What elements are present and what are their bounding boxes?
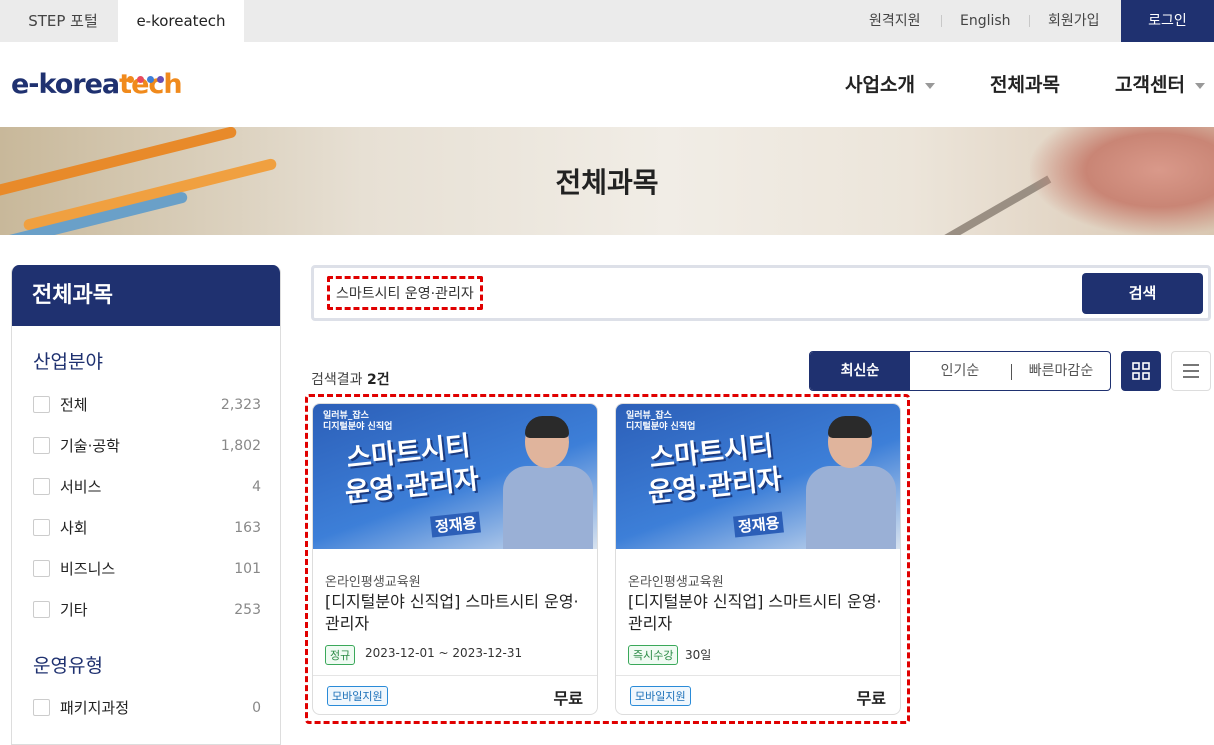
filter-count: 163 bbox=[234, 520, 261, 536]
top-bar: STEP 포털 e-koreatech 원격지원 English 회원가입 로그… bbox=[0, 0, 1214, 42]
search-input[interactable]: 스마트시티 운영·관리자 bbox=[327, 276, 483, 310]
logo-dots-icon bbox=[127, 68, 167, 87]
course-type-badge: 즉시수강 bbox=[628, 645, 679, 665]
nav-label: 고객센터 bbox=[1115, 74, 1185, 96]
mobile-support-badge: 모바일지원 bbox=[630, 686, 691, 706]
nav-business-intro[interactable]: 사업소개 bbox=[845, 70, 935, 100]
login-button[interactable]: 로그인 bbox=[1121, 0, 1214, 42]
course-org: 온라인평생교육원 bbox=[325, 575, 421, 590]
divider bbox=[616, 675, 900, 676]
nav-label: 전체과목 bbox=[990, 74, 1060, 96]
course-title[interactable]: [디지털분야 신직업] 스마트시티 운영·관리자 bbox=[628, 591, 890, 635]
checkbox[interactable] bbox=[33, 560, 50, 577]
course-card[interactable]: 일러뷰_잡스 디지털분야 신직업 스마트시티 운영·관리자 정재용 온라인평생교육원… bbox=[312, 403, 598, 715]
thumb-series-title: 일러뷰_잡스 bbox=[626, 411, 672, 421]
logo-text-a: e-korea bbox=[11, 69, 120, 100]
instructor-photo bbox=[503, 416, 593, 549]
filter-label: 비즈니스 bbox=[60, 560, 116, 578]
grid-view-icon bbox=[1132, 362, 1150, 380]
result-count-value: 2건 bbox=[366, 372, 390, 388]
course-period: 30일 bbox=[685, 648, 712, 662]
instructor-photo bbox=[806, 416, 896, 549]
filter-item[interactable]: 비즈니스 101 bbox=[33, 559, 261, 579]
instructor-name: 정재용 bbox=[430, 511, 482, 538]
english-link[interactable]: English bbox=[960, 0, 1011, 42]
thumb-series: 일러뷰_잡스 디지털분야 신직업 bbox=[626, 411, 695, 433]
filter-count: 4 bbox=[252, 479, 261, 495]
checkbox[interactable] bbox=[33, 699, 50, 716]
remote-support-link[interactable]: 원격지원 bbox=[869, 0, 921, 42]
mobile-support-badge: 모바일지원 bbox=[327, 686, 388, 706]
search-bar: 스마트시티 운영·관리자 검색 bbox=[311, 265, 1211, 321]
sort-options: 최신순 인기순 빠른마감순 bbox=[809, 351, 1111, 391]
filter-count: 1,802 bbox=[220, 438, 261, 454]
course-type-badge: 정규 bbox=[325, 645, 356, 665]
course-period: 2023-12-01 ~ 2023-12-31 bbox=[365, 646, 523, 660]
list-view-icon bbox=[1183, 364, 1199, 378]
search-button[interactable]: 검색 bbox=[1082, 273, 1203, 314]
divider bbox=[313, 675, 597, 676]
filter-count: 2,323 bbox=[220, 397, 261, 413]
thumb-title: 스마트시티 운영·관리자 bbox=[643, 429, 784, 511]
divider bbox=[941, 15, 942, 27]
course-price: 무료 bbox=[856, 689, 886, 708]
course-org: 온라인평생교육원 bbox=[628, 575, 724, 590]
sort-closing-soon[interactable]: 빠른마감순 bbox=[1012, 352, 1110, 390]
signup-link[interactable]: 회원가입 bbox=[1048, 0, 1100, 42]
page-banner: 전체과목 bbox=[0, 127, 1214, 235]
result-count-prefix: 검색결과 bbox=[311, 372, 367, 388]
thumb-series-title: 일러뷰_잡스 bbox=[323, 411, 369, 421]
filter-item[interactable]: 패키지과정 0 bbox=[33, 698, 261, 718]
page-title: 전체과목 bbox=[555, 166, 659, 199]
checkbox[interactable] bbox=[33, 601, 50, 618]
list-view-button[interactable] bbox=[1171, 351, 1211, 391]
chevron-down-icon bbox=[1194, 82, 1205, 89]
thumb-series: 일러뷰_잡스 디지털분야 신직업 bbox=[323, 411, 392, 433]
filter-label: 서비스 bbox=[60, 478, 102, 496]
filter-item[interactable]: 기타 253 bbox=[33, 600, 261, 620]
filter-label: 사회 bbox=[60, 519, 88, 537]
filter-count: 0 bbox=[252, 700, 261, 716]
filter-label: 전체 bbox=[60, 396, 88, 414]
filter-item[interactable]: 사회 163 bbox=[33, 518, 261, 538]
filter-sidebar: 전체과목 산업분야 전체 2,323 기술·공학 1,802 서비스 4 사회 163 … bbox=[11, 265, 281, 745]
section-industry: 산업분야 bbox=[33, 351, 103, 373]
checkbox[interactable] bbox=[33, 478, 50, 495]
course-title[interactable]: [디지털분야 신직업] 스마트시티 운영·관리자 bbox=[325, 591, 587, 635]
divider bbox=[1029, 15, 1030, 27]
instructor-name: 정재용 bbox=[733, 511, 785, 538]
checkbox[interactable] bbox=[33, 396, 50, 413]
thumb-series-sub: 디지털분야 신직업 bbox=[323, 422, 393, 432]
course-thumbnail[interactable]: 일러뷰_잡스 디지털분야 신직업 스마트시티 운영·관리자 정재용 bbox=[313, 404, 597, 549]
tab-e-koreatech[interactable]: e-koreatech bbox=[118, 0, 244, 42]
checkbox[interactable] bbox=[33, 519, 50, 536]
grid-view-button[interactable] bbox=[1121, 351, 1161, 391]
course-card[interactable]: 일러뷰_잡스 디지털분야 신직업 스마트시티 운영·관리자 정재용 온라인평생교육원… bbox=[615, 403, 901, 715]
filter-item[interactable]: 전체 2,323 bbox=[33, 395, 261, 415]
sidebar-title: 전체과목 bbox=[12, 265, 280, 326]
logo[interactable]: e-koreatech bbox=[11, 64, 183, 106]
tab-step-portal[interactable]: STEP 포털 bbox=[8, 0, 118, 42]
filter-count: 101 bbox=[234, 561, 261, 577]
filter-count: 253 bbox=[234, 602, 261, 618]
filter-label: 패키지과정 bbox=[60, 699, 130, 717]
result-count: 검색결과 2건 bbox=[311, 369, 390, 389]
sort-popular[interactable]: 인기순 bbox=[910, 352, 1010, 390]
nav-label: 사업소개 bbox=[845, 74, 915, 96]
sort-latest[interactable]: 최신순 bbox=[810, 352, 910, 390]
filter-label: 기술·공학 bbox=[60, 437, 120, 455]
filter-label: 기타 bbox=[60, 601, 88, 619]
section-operation-type: 운영유형 bbox=[33, 655, 103, 677]
nav-customer-center[interactable]: 고객센터 bbox=[1115, 70, 1205, 100]
filter-item[interactable]: 서비스 4 bbox=[33, 477, 261, 497]
course-price: 무료 bbox=[553, 689, 583, 708]
thumb-series-sub: 디지털분야 신직업 bbox=[626, 422, 696, 432]
filter-item[interactable]: 기술·공학 1,802 bbox=[33, 436, 261, 456]
chevron-down-icon bbox=[924, 82, 935, 89]
thumb-title: 스마트시티 운영·관리자 bbox=[340, 429, 481, 511]
checkbox[interactable] bbox=[33, 437, 50, 454]
nav-all-courses[interactable]: 전체과목 bbox=[990, 70, 1060, 100]
course-thumbnail[interactable]: 일러뷰_잡스 디지털분야 신직업 스마트시티 운영·관리자 정재용 bbox=[616, 404, 900, 549]
